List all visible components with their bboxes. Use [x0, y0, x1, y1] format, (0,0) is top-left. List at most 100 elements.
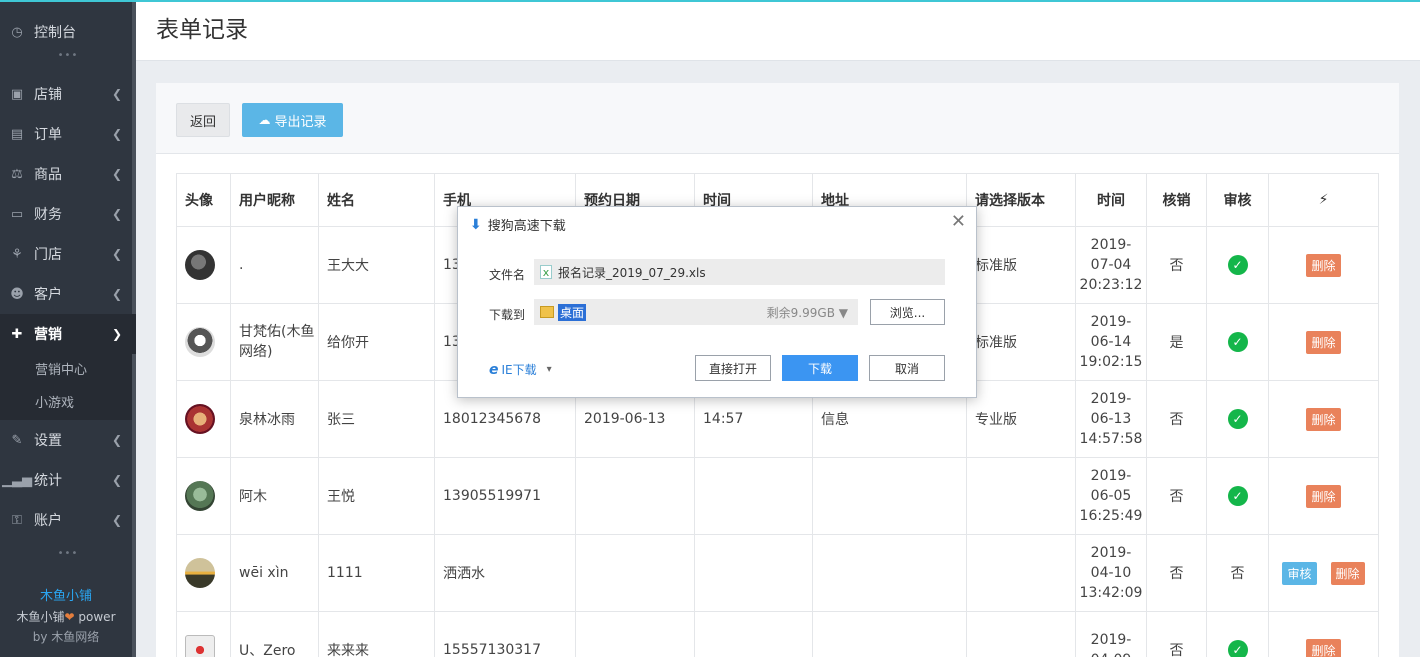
time-part: 19:02:15	[1079, 354, 1143, 370]
table-row: wēi xìn 1111 洒洒水 2019- 04-10 13:42:09 否 否 …	[176, 534, 1379, 612]
brand-power-suffix: power	[78, 610, 116, 624]
ie-icon: e	[489, 361, 499, 378]
money-icon: ▭	[10, 206, 24, 222]
col-verified: 核销	[1146, 173, 1207, 227]
download-button[interactable]: 下载	[782, 355, 858, 381]
separator-dots: •••	[57, 548, 79, 559]
actions-cell: 删除	[1268, 457, 1379, 535]
chevron-down-icon[interactable]: ▾	[547, 364, 552, 375]
sidebar-item-stats[interactable]: ▁▃▅ 统计 ❮	[0, 460, 136, 500]
time-part: 2019-	[1090, 632, 1132, 648]
avatar	[185, 250, 215, 280]
chevron-left-icon: ❮	[111, 127, 122, 141]
name-cell: 张三	[318, 380, 435, 458]
sidebar-item-goods[interactable]: ⚖ 商品 ❮	[0, 154, 136, 194]
sidebar-item-marketing[interactable]: ✚ 营销 ❯	[0, 314, 136, 354]
brand-name[interactable]: 木鱼小铺	[0, 587, 132, 607]
page-header: 表单记录	[136, 0, 1420, 61]
col-created-time: 时间	[1075, 173, 1147, 227]
dialog-title: ⬇ 搜狗高速下载	[470, 215, 566, 235]
sidebar-item-label: 店铺	[34, 87, 62, 103]
sidebar-item-account[interactable]: ⚿ 账户 ❮	[0, 500, 136, 540]
sidebar: ◷ 控制台 ••• ▣ 店铺 ❮ ▤ 订单 ❮ ⚖ 商品 ❮ ▭ 财务 ❮ ⚘ …	[0, 0, 136, 657]
browse-button[interactable]: 浏览...	[870, 299, 945, 325]
export-button[interactable]: ☁ 导出记录	[242, 103, 343, 137]
col-avatar: 头像	[176, 173, 231, 227]
marketing-subnav: 营销中心 小游戏	[0, 354, 136, 420]
actions-cell: 审核 删除	[1268, 534, 1379, 612]
ie-download-label: IE下载	[501, 363, 537, 377]
sidebar-item-finance[interactable]: ▭ 财务 ❮	[0, 194, 136, 234]
table-row: U、Zero 来来来 15557130317 2019- 04-09 否 ✓ 删除	[176, 611, 1379, 657]
sidebar-item-customer[interactable]: ☻ 客户 ❮	[0, 274, 136, 314]
sidebar-subitem-marketing-center[interactable]: 营销中心	[0, 354, 136, 387]
created-time-cell: 2019- 07-04 20:23:12	[1075, 226, 1147, 304]
avatar-cell	[176, 226, 231, 304]
brand-by: by 木鱼网络	[0, 627, 132, 647]
sidebar-item-store[interactable]: ⚘ 门店 ❮	[0, 234, 136, 274]
phone-cell: 15557130317	[434, 611, 576, 657]
time-part: 04-10	[1090, 565, 1132, 581]
sidebar-subitem-mini-games[interactable]: 小游戏	[0, 387, 136, 420]
saveto-value: 桌面	[558, 303, 587, 321]
heart-icon: ❤	[64, 610, 75, 624]
cancel-button[interactable]: 取消	[869, 355, 945, 381]
sidebar-item-order[interactable]: ▤ 订单 ❮	[0, 114, 136, 154]
shop-icon: ▣	[10, 86, 24, 102]
delete-button[interactable]: 删除	[1306, 253, 1341, 277]
version-cell	[966, 611, 1076, 657]
audit-button[interactable]: 审核	[1282, 561, 1317, 585]
sidebar-item-settings[interactable]: ✎ 设置 ❮	[0, 420, 136, 460]
nickname-cell: .	[230, 226, 319, 304]
open-directly-button[interactable]: 直接打开	[695, 355, 771, 381]
sidebar-item-dashboard[interactable]: ◷ 控制台	[0, 12, 136, 52]
check-icon: ✓	[1227, 255, 1248, 275]
verified-cell: 否	[1146, 457, 1207, 535]
delete-button[interactable]: 删除	[1306, 638, 1341, 657]
time-part: 2019-	[1090, 545, 1132, 561]
saveto-label: 下载到	[489, 308, 526, 322]
delete-button[interactable]: 删除	[1306, 407, 1341, 431]
delete-button[interactable]: 删除	[1306, 330, 1341, 354]
time-cell	[694, 534, 813, 612]
avatar	[185, 327, 215, 357]
saveto-select[interactable]: 桌面 剩余9.99GB ▼	[534, 299, 858, 325]
order-icon: ▤	[10, 126, 24, 142]
ie-download-link[interactable]: e IE下载 ▾	[489, 361, 552, 378]
sidebar-item-label: 营销	[34, 327, 62, 343]
chevron-left-icon: ❮	[111, 247, 122, 261]
time-part: 07-04	[1090, 257, 1132, 273]
col-audit: 审核	[1206, 173, 1269, 227]
filename-field[interactable]: x 报名记录_2019_07_29.xls	[534, 259, 945, 285]
delete-button[interactable]: 删除	[1306, 484, 1341, 508]
time-part: 14:57:58	[1079, 431, 1143, 447]
sidebar-item-shop[interactable]: ▣ 店铺 ❮	[0, 74, 136, 114]
actions-cell: 删除	[1268, 226, 1379, 304]
date-cell	[575, 534, 695, 612]
toolbar: 返回 ☁ 导出记录	[156, 83, 1399, 154]
nickname-cell: wēi xìn	[230, 534, 319, 612]
audit-cell: ✓	[1206, 380, 1269, 458]
time-part: 2019-	[1090, 391, 1132, 407]
time-part: 20:23:12	[1079, 277, 1143, 293]
filename-value: 报名记录_2019_07_29.xls	[558, 265, 706, 280]
time-part: 06-13	[1090, 411, 1132, 427]
scale-icon: ⚖	[11, 166, 23, 182]
name-cell: 王悦	[318, 457, 435, 535]
phone-cell: 13905519971	[434, 457, 576, 535]
avatar	[185, 558, 215, 588]
close-icon[interactable]: ✕	[951, 211, 966, 232]
col-name: 姓名	[318, 173, 435, 227]
avatar	[185, 404, 215, 434]
actions-cell: 删除	[1268, 303, 1379, 381]
nickname-cell: 泉林冰雨	[230, 380, 319, 458]
time-part: 16:25:49	[1079, 508, 1143, 524]
back-button[interactable]: 返回	[176, 103, 230, 137]
sidebar-item-label: 账户	[34, 513, 62, 529]
avatar-cell	[176, 380, 231, 458]
brand-footer: 木鱼小铺 木鱼小铺❤ power by 木鱼网络	[0, 587, 132, 647]
brand-by-name[interactable]: 木鱼网络	[51, 630, 99, 644]
delete-button[interactable]: 删除	[1330, 561, 1365, 585]
time-cell	[694, 611, 813, 657]
audit-cell: ✓	[1206, 457, 1269, 535]
